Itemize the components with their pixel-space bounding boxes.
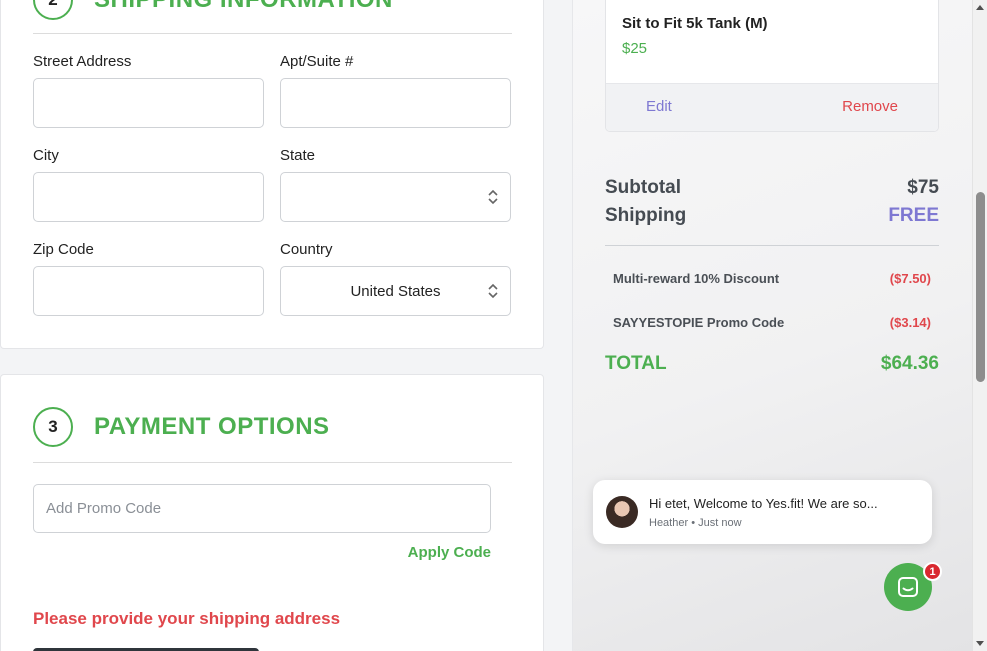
cart-item-name: Sit to Fit 5k Tank (M) (622, 15, 768, 32)
page-scrollbar[interactable] (972, 0, 987, 651)
city-input[interactable] (33, 172, 264, 222)
cart-item-price: $25 (622, 40, 648, 57)
promo-discount-label: SAYYESTOPIE Promo Code (613, 315, 785, 330)
promo-discount-value: ($3.14) (889, 315, 931, 330)
remove-item-link[interactable]: Remove (842, 98, 898, 115)
shipping-step-header: 2 SHIPPING INFORMATION (33, 0, 393, 20)
scroll-down-icon[interactable] (976, 641, 984, 646)
payment-step-number: 3 (33, 407, 73, 447)
city-label: City (33, 147, 59, 164)
select-stepper-icon (488, 189, 498, 205)
street-address-label: Street Address (33, 53, 132, 70)
chat-notification-badge: 1 (923, 562, 942, 581)
total-label: TOTAL (605, 353, 667, 374)
zip-code-input[interactable] (33, 266, 264, 316)
apt-suite-input[interactable] (280, 78, 511, 128)
summary-divider (605, 245, 939, 246)
shipping-label: Shipping (605, 205, 687, 226)
shipping-divider (33, 33, 512, 34)
apply-code-link[interactable]: Apply Code (408, 544, 491, 561)
cart-item-actions: Edit Remove (606, 83, 938, 131)
edit-item-link[interactable]: Edit (646, 98, 672, 115)
scrollbar-thumb[interactable] (976, 192, 985, 382)
country-label: Country (280, 241, 333, 258)
subtotal-label: Subtotal (605, 177, 681, 198)
discount-label: Multi-reward 10% Discount (613, 271, 780, 286)
chat-icon (898, 577, 918, 597)
avatar (606, 496, 638, 528)
payment-title: PAYMENT OPTIONS (94, 413, 330, 440)
discount-value: ($7.50) (889, 271, 931, 286)
chat-message-meta: Heather • Just now (649, 517, 742, 529)
subtotal-value: $75 (907, 177, 939, 198)
country-select-value: United States (350, 282, 441, 300)
promo-code-input[interactable] (33, 484, 491, 533)
state-select[interactable] (280, 172, 511, 222)
chat-message-text: Hi etet, Welcome to Yes.fit! We are so..… (649, 496, 878, 511)
zip-code-label: Zip Code (33, 241, 94, 258)
apt-suite-label: Apt/Suite # (280, 53, 354, 70)
payment-step-header: 3 PAYMENT OPTIONS (33, 407, 330, 447)
chat-message-popup[interactable]: Hi etet, Welcome to Yes.fit! We are so..… (593, 480, 932, 544)
payment-divider (33, 462, 512, 463)
state-label: State (280, 147, 316, 164)
total-value: $64.36 (880, 353, 939, 374)
shipping-title: SHIPPING INFORMATION (94, 0, 393, 14)
street-address-input[interactable] (33, 78, 264, 128)
shipping-error-message: Please provide your shipping address (33, 609, 341, 628)
select-stepper-icon (488, 283, 498, 299)
shipping-step-number: 2 (33, 0, 73, 20)
scroll-up-icon[interactable] (976, 5, 984, 10)
cart-item-card: Sit to Fit 5k Tank (M) $25 Edit Remove (605, 0, 939, 132)
shipping-value: FREE (888, 205, 939, 226)
country-select[interactable]: United States (280, 266, 511, 316)
